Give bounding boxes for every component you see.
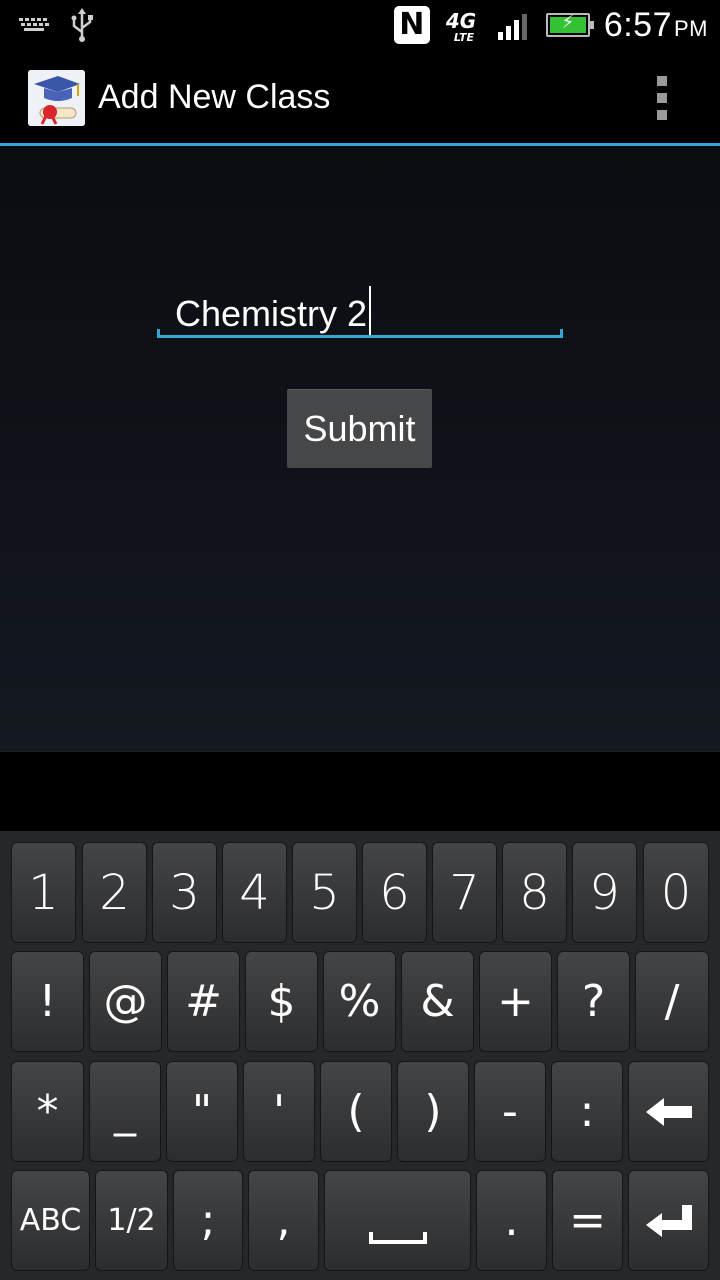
battery-charging-icon: ⚡ (545, 12, 594, 37)
action-bar: Add New Class (0, 50, 720, 144)
clock: 6:57PM (604, 6, 708, 45)
key-8[interactable]: 8 (502, 842, 567, 943)
key-minus[interactable]: - (474, 1061, 546, 1162)
input-underline (157, 335, 563, 338)
key-colon[interactable]: : (551, 1061, 623, 1162)
enter-key[interactable] (628, 1170, 709, 1271)
backspace-icon (645, 1097, 692, 1126)
key-semicolon[interactable]: ; (173, 1170, 243, 1271)
key-0[interactable]: 0 (643, 842, 709, 943)
text-cursor (369, 286, 372, 336)
input-underline-tick-left (157, 329, 160, 338)
signal-icon (497, 10, 532, 40)
keyboard-icon (18, 15, 52, 35)
key-5[interactable]: 5 (292, 842, 357, 943)
key-7[interactable]: 7 (432, 842, 497, 943)
key-at[interactable]: @ (89, 951, 162, 1052)
clock-ampm: PM (674, 15, 708, 41)
status-bar-notifications (18, 8, 94, 42)
soft-keyboard: 1 2 3 4 5 6 7 8 9 0 ! @ # $ % & + ? / * … (0, 831, 720, 1280)
key-percent[interactable]: % (323, 951, 396, 1052)
status-bar-system: N 4G LTE ⚡ 6:57PM (393, 4, 708, 46)
backspace-key[interactable] (628, 1061, 709, 1162)
key-abc[interactable]: ABC (11, 1170, 90, 1271)
key-half[interactable]: 1/2 (95, 1170, 168, 1271)
key-1[interactable]: 1 (11, 842, 76, 943)
key-exclamation[interactable]: ! (11, 951, 84, 1052)
clock-time: 6:57 (603, 5, 672, 44)
input-underline-tick-right (560, 329, 563, 338)
usb-icon (70, 8, 94, 42)
key-dollar[interactable]: $ (245, 951, 318, 1052)
key-plus[interactable]: + (479, 951, 552, 1052)
enter-icon (645, 1204, 692, 1237)
key-double-quote[interactable]: " (166, 1061, 238, 1162)
network-type-label: 4G (445, 9, 477, 33)
page-title: Add New Class (98, 78, 331, 116)
key-asterisk[interactable]: * (11, 1061, 84, 1162)
submit-button[interactable]: Submit (287, 389, 432, 468)
overflow-menu-icon[interactable] (644, 76, 680, 120)
nfc-icon: N (393, 6, 430, 44)
key-equals[interactable]: = (552, 1170, 623, 1271)
key-single-quote[interactable]: ' (243, 1061, 315, 1162)
space-key[interactable] (324, 1170, 471, 1271)
keyboard-suggestion-strip (0, 751, 720, 832)
space-bar-icon (368, 1231, 427, 1244)
status-bar: N 4G LTE ⚡ 6:57PM (0, 0, 720, 50)
key-3[interactable]: 3 (152, 842, 217, 943)
key-question[interactable]: ? (557, 951, 630, 1052)
lte-icon: 4G LTE (444, 5, 484, 45)
key-9[interactable]: 9 (572, 842, 637, 943)
class-name-input[interactable]: Chemistry 2 (157, 278, 563, 338)
key-6[interactable]: 6 (362, 842, 427, 943)
key-period[interactable]: . (476, 1170, 547, 1271)
key-hash[interactable]: # (167, 951, 240, 1052)
key-comma[interactable]: , (248, 1170, 319, 1271)
class-name-input-value[interactable]: Chemistry 2 (175, 286, 372, 336)
key-slash[interactable]: / (635, 951, 709, 1052)
graduation-cap-diploma-icon[interactable] (28, 70, 85, 126)
key-open-paren[interactable]: ( (320, 1061, 392, 1162)
key-4[interactable]: 4 (222, 842, 287, 943)
key-close-paren[interactable]: ) (397, 1061, 469, 1162)
key-ampersand[interactable]: & (401, 951, 474, 1052)
key-underscore[interactable]: _ (89, 1061, 161, 1162)
class-name-text: Chemistry 2 (175, 293, 368, 334)
network-sub-label: LTE (453, 31, 475, 44)
content-area: Chemistry 2 Submit (0, 146, 720, 751)
key-2[interactable]: 2 (82, 842, 147, 943)
